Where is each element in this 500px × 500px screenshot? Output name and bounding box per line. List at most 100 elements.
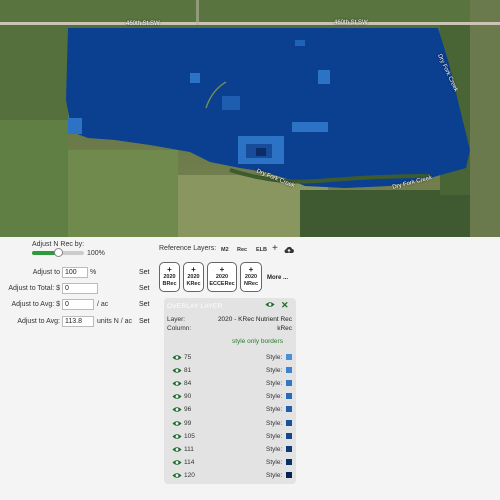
adjust-total-label: Adjust to Total: $ xyxy=(8,285,60,292)
legend-value: 81 xyxy=(184,367,192,375)
ref-button-eccerec[interactable]: + 2020 ECCERec xyxy=(207,262,237,292)
adjust-avg-units-row: Adjust to Avg: units N / ac Set xyxy=(0,316,158,328)
adjust-avg-dollar-row: Adjust to Avg: $ / ac Set xyxy=(0,299,158,311)
eye-icon[interactable] xyxy=(172,420,182,427)
legend-row: 84 Style: xyxy=(164,378,296,391)
eye-icon[interactable] xyxy=(172,446,182,453)
style-swatch[interactable] xyxy=(286,419,292,426)
eye-icon[interactable] xyxy=(172,406,182,413)
ref-button-name: BRec xyxy=(162,281,177,287)
legend-value: 96 xyxy=(184,406,192,414)
nutrient-overlay xyxy=(66,28,470,188)
satellite-map[interactable]: 460th St SW 460th St SW Dry Fork Creek D… xyxy=(0,0,500,237)
cloud-upload-icon[interactable] xyxy=(284,243,294,258)
adjust-avg-units-unit: units N / ac xyxy=(97,318,133,325)
style-swatch[interactable] xyxy=(286,432,292,439)
adjust-percent-input[interactable] xyxy=(62,267,88,278)
legend-value: 90 xyxy=(184,393,192,401)
adjust-avg-dollar-unit: / ac xyxy=(97,301,109,308)
plus-icon: + xyxy=(219,265,225,274)
style-label: Style: xyxy=(266,458,283,466)
plus-icon: + xyxy=(248,265,254,274)
ref-button-nrec[interactable]: + 2020 NRec xyxy=(240,262,262,292)
legend-value: 105 xyxy=(184,432,195,440)
ref-button-year: 2020 xyxy=(163,274,176,280)
legend-row: 99 Style: xyxy=(164,418,296,431)
ref-button-name: NRec xyxy=(243,281,259,287)
eye-icon[interactable] xyxy=(172,354,182,361)
close-icon[interactable]: ✕ xyxy=(281,300,289,310)
adjust-avg-dollar-input[interactable] xyxy=(62,299,94,310)
legend-value: 99 xyxy=(184,419,192,427)
ref-button-year: 2020 xyxy=(244,274,258,280)
ref-button-brec[interactable]: + 2020 BRec xyxy=(159,262,180,292)
set-percent-button[interactable]: Set xyxy=(139,269,150,276)
reference-layers-title: Reference Layers: xyxy=(159,245,217,252)
legend-row: 75 Style: xyxy=(164,352,296,365)
ref-button-name: ECCERec xyxy=(209,281,235,287)
slider-knob[interactable] xyxy=(54,248,63,257)
legend-row: 120 Style: xyxy=(164,470,296,483)
style-swatch[interactable] xyxy=(286,458,292,465)
tab-elb[interactable]: ELB xyxy=(256,247,267,253)
tab-m2[interactable]: M2 xyxy=(221,247,229,253)
zone-patch xyxy=(318,70,330,84)
tab-rec[interactable]: Rec xyxy=(237,247,247,253)
legend-value: 120 xyxy=(184,471,195,479)
adjust-total-input[interactable] xyxy=(62,283,98,294)
zone-patch xyxy=(292,122,328,132)
adjust-avg-units-label: Adjust to Avg: xyxy=(17,318,60,325)
legend-row: 105 Style: xyxy=(164,431,296,444)
plus-icon: + xyxy=(191,265,196,274)
style-label: Style: xyxy=(266,445,283,453)
legend-value: 111 xyxy=(184,445,194,453)
style-swatch[interactable] xyxy=(286,380,292,387)
legend-row: 96 Style: xyxy=(164,404,296,417)
set-avg-dollar-button[interactable]: Set xyxy=(139,301,150,308)
eye-icon[interactable] xyxy=(172,380,182,387)
legend-value: 114 xyxy=(184,458,195,466)
eye-icon[interactable] xyxy=(265,301,275,308)
eye-icon[interactable] xyxy=(172,367,182,374)
zone-patch xyxy=(256,148,266,156)
add-layer-icon[interactable]: + xyxy=(272,243,278,255)
legend-row: 114 Style: xyxy=(164,457,296,470)
zone-patch xyxy=(68,118,82,134)
slider-value: 100% xyxy=(87,250,105,257)
zone-patch xyxy=(222,96,240,110)
ref-button-krec[interactable]: + 2020 KRec xyxy=(183,262,204,292)
column-value: kRec xyxy=(277,325,292,332)
eye-icon[interactable] xyxy=(172,459,182,466)
set-avg-units-button[interactable]: Set xyxy=(139,318,150,325)
adjust-percent-unit: % xyxy=(90,269,97,276)
adjust-slider[interactable] xyxy=(32,248,84,257)
style-swatch[interactable] xyxy=(286,406,292,413)
layer-label: Layer: xyxy=(167,316,186,323)
overlay-layer-panel: OVERLAY LAYER ✕ Layer: 2020 - KRec Nutri… xyxy=(164,298,296,484)
layer-value: 2020 - KRec Nutrient Rec xyxy=(217,316,292,323)
more-layers-link[interactable]: More ... xyxy=(267,275,288,281)
set-total-button[interactable]: Set xyxy=(139,285,150,292)
style-label: Style: xyxy=(266,406,283,414)
adjust-avg-units-input[interactable] xyxy=(62,316,94,327)
style-only-borders-link[interactable]: style only borders xyxy=(232,338,283,345)
legend-value: 84 xyxy=(184,380,192,388)
style-swatch[interactable] xyxy=(286,471,292,478)
style-label: Style: xyxy=(266,354,283,361)
style-swatch[interactable] xyxy=(286,367,292,374)
style-swatch[interactable] xyxy=(286,393,292,400)
ref-button-name: KRec xyxy=(186,281,201,287)
eye-icon[interactable] xyxy=(172,433,182,440)
adjust-percent-label: Adjust to xyxy=(32,269,60,276)
eye-icon[interactable] xyxy=(172,393,182,400)
adjust-title: Adjust N Rec by: xyxy=(32,241,85,248)
legend-row: 81 Style: xyxy=(164,365,296,378)
style-swatch[interactable] xyxy=(286,354,292,360)
adjust-avg-dollar-label: Adjust to Avg: $ xyxy=(11,301,60,308)
eye-icon[interactable] xyxy=(172,472,182,479)
style-label: Style: xyxy=(266,393,283,401)
style-label: Style: xyxy=(266,432,283,440)
panel-title: OVERLAY LAYER xyxy=(167,303,223,310)
style-swatch[interactable] xyxy=(286,445,292,452)
ref-button-year: 2020 xyxy=(215,274,229,280)
